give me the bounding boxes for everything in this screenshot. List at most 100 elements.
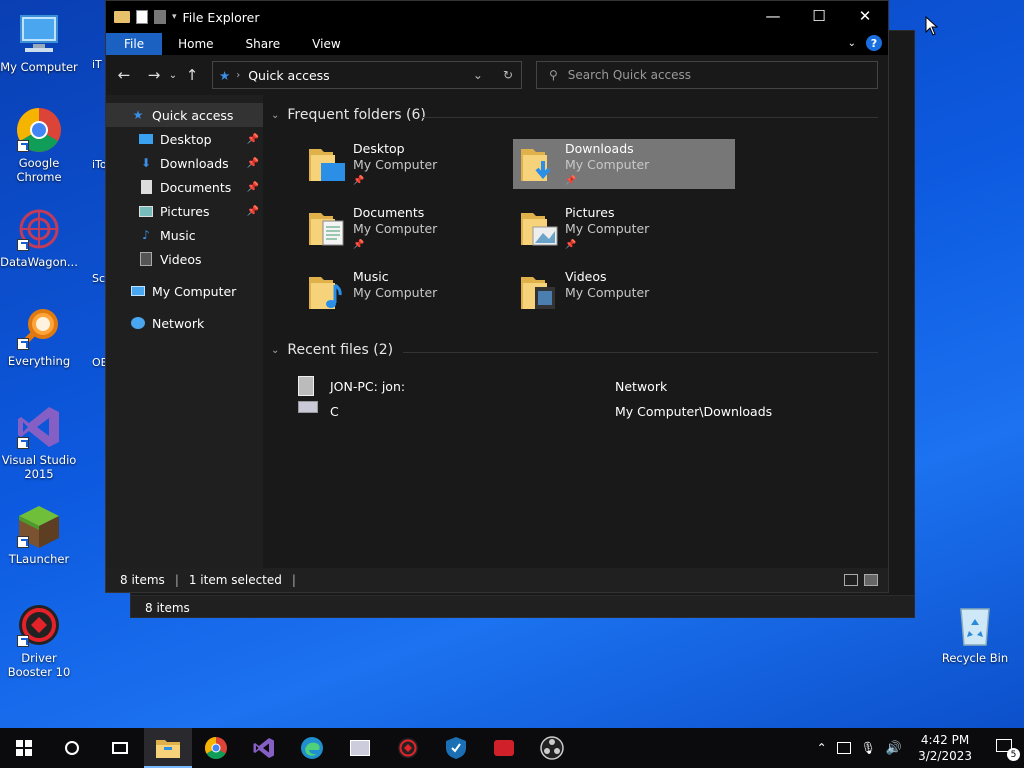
sidebar-item-my-computer[interactable]: My Computer — [106, 279, 263, 303]
tab-share[interactable]: Share — [230, 33, 297, 55]
recent-locations-button[interactable]: ⌄ — [166, 70, 180, 81]
visual-studio-icon — [15, 403, 63, 451]
pin-icon[interactable]: 📌 — [247, 134, 259, 145]
driver-booster-icon — [398, 738, 418, 758]
desktop-folder-icon — [307, 141, 347, 185]
show-hidden-icons-chevron[interactable]: ⌃ — [817, 741, 827, 755]
recycle-bin-icon — [951, 601, 999, 649]
new-folder-icon[interactable] — [154, 10, 166, 24]
recent-files-header[interactable]: ⌄ Recent files (2) — [271, 342, 393, 358]
navigation-bar: ← → ⌄ ↑ ★ › Quick access ⌄ ↻ ⚲ Search Qu… — [106, 55, 888, 95]
close-button[interactable]: ✕ — [842, 1, 888, 31]
folder-tile-videos[interactable]: Videos My Computer — [513, 267, 735, 317]
sidebar-item-documents[interactable]: Documents 📌 — [106, 175, 263, 199]
content-pane: ⌄ Frequent folders (6) Desktop My Compute… — [263, 95, 888, 569]
microphone-icon[interactable]: 🎙 — [861, 741, 876, 755]
start-button[interactable] — [0, 728, 48, 768]
desktop-icon-chrome[interactable]: Google Chrome — [0, 106, 78, 184]
documents-folder-icon — [307, 205, 347, 249]
recent-file-row[interactable]: C My Computer\Downloads — [298, 400, 858, 422]
tab-view[interactable]: View — [296, 33, 356, 55]
item-count: 8 items — [120, 573, 165, 587]
desktop-icon-visual-studio[interactable]: Visual Studio 2015 — [0, 403, 78, 481]
expand-ribbon-icon[interactable]: ⌄ — [848, 38, 856, 49]
taskbar-obs[interactable] — [528, 728, 576, 768]
folder-tile-pictures[interactable]: Pictures My Computer 📌 — [513, 203, 735, 253]
sidebar-item-quick-access[interactable]: ★ Quick access — [106, 103, 263, 127]
windows-logo-icon — [16, 740, 32, 756]
folder-tile-downloads[interactable]: Downloads My Computer 📌 — [513, 139, 735, 189]
document-icon — [138, 179, 154, 195]
large-icons-view-icon[interactable] — [864, 574, 878, 586]
file-thumbnail-icon — [298, 401, 320, 421]
forward-button[interactable]: → — [142, 66, 166, 84]
properties-icon[interactable] — [136, 10, 148, 24]
shortcut-arrow-icon — [17, 635, 29, 647]
desktop-icon-recycle-bin[interactable]: Recycle Bin — [936, 601, 1014, 665]
taskbar-driver-booster[interactable] — [384, 728, 432, 768]
back-button[interactable]: ← — [112, 66, 136, 84]
folder-tile-desktop[interactable]: Desktop My Computer 📌 — [301, 139, 523, 189]
search-box[interactable]: ⚲ Search Quick access — [536, 61, 878, 89]
downloads-folder-icon — [519, 141, 559, 185]
computer-icon — [15, 10, 63, 58]
taskbar-file-explorer[interactable] — [144, 728, 192, 768]
desktop-icon-everything[interactable]: Everything — [0, 304, 78, 368]
taskbar-chrome[interactable] — [192, 728, 240, 768]
visual-studio-icon — [253, 738, 274, 758]
desktop-icon-tlauncher[interactable]: TLauncher — [0, 502, 78, 566]
videos-folder-icon — [519, 269, 559, 313]
network-icon — [130, 315, 146, 331]
tab-file[interactable]: File — [106, 33, 163, 55]
driver-booster-icon — [15, 601, 63, 649]
folder-tile-music[interactable]: Music My Computer — [301, 267, 523, 317]
maximize-button[interactable]: ☐ — [796, 1, 842, 31]
clock[interactable]: 4:42 PM 3/2/2023 — [918, 732, 972, 764]
chevron-down-icon[interactable]: ▾ — [172, 12, 177, 22]
folder-icon — [114, 11, 130, 23]
tab-home[interactable]: Home — [162, 33, 229, 55]
desktop-icon-datawagon[interactable]: DataWagon... — [0, 205, 78, 269]
recorder-icon — [494, 740, 514, 756]
taskbar-edge[interactable] — [288, 728, 336, 768]
task-view-button[interactable] — [96, 728, 144, 768]
title-bar[interactable]: ▾ File Explorer — ☐ ✕ — [106, 1, 888, 33]
pin-icon[interactable]: 📌 — [247, 158, 259, 169]
details-view-icon[interactable] — [844, 574, 858, 586]
minimize-button[interactable]: — — [750, 1, 796, 31]
up-button[interactable]: ↑ — [180, 66, 204, 84]
sidebar-item-desktop[interactable]: Desktop 📌 — [106, 127, 263, 151]
frequent-folders-header[interactable]: ⌄ Frequent folders (6) — [271, 107, 426, 123]
taskbar-app[interactable] — [336, 728, 384, 768]
sidebar-item-pictures[interactable]: Pictures 📌 — [106, 199, 263, 223]
taskbar-security[interactable] — [432, 728, 480, 768]
pin-icon[interactable]: 📌 — [247, 206, 259, 217]
taskbar-recorder[interactable] — [480, 728, 528, 768]
taskbar-visual-studio[interactable] — [240, 728, 288, 768]
search-icon: ⚲ — [549, 68, 558, 82]
desktop-icon-driver-booster[interactable]: Driver Booster 10 — [0, 601, 78, 679]
network-tray-icon[interactable] — [836, 742, 851, 754]
desktop-icon-my-computer[interactable]: My Computer — [0, 10, 78, 74]
shield-icon — [446, 737, 466, 759]
ribbon-tabs: File Home Share View ⌄ ? — [106, 33, 888, 55]
help-icon[interactable]: ? — [866, 35, 882, 51]
address-bar[interactable]: ★ › Quick access ⌄ ↻ — [212, 61, 522, 89]
pin-icon[interactable]: 📌 — [247, 182, 259, 193]
pin-icon: 📌 — [353, 240, 365, 250]
sidebar-item-music[interactable]: ♪ Music — [106, 223, 263, 247]
navigation-pane: ★ Quick access Desktop 📌 ⬇ Downloads 📌 D… — [106, 95, 263, 569]
window-title: File Explorer — [182, 9, 260, 25]
search-button[interactable] — [48, 728, 96, 768]
address-dropdown-icon[interactable]: ⌄ — [473, 68, 483, 82]
action-center-button[interactable]: 5 — [996, 739, 1020, 761]
sidebar-item-videos[interactable]: Videos — [106, 247, 263, 271]
sidebar-item-network[interactable]: Network — [106, 311, 263, 335]
file-explorer-window[interactable]: ▾ File Explorer — ☐ ✕ File Home Share Vi… — [105, 0, 889, 593]
sidebar-item-downloads[interactable]: ⬇ Downloads 📌 — [106, 151, 263, 175]
volume-icon[interactable]: 🔊 — [886, 741, 902, 756]
refresh-icon[interactable]: ↻ — [503, 68, 513, 82]
obs-icon — [540, 736, 564, 760]
recent-file-row[interactable]: JON-PC: jon: Network — [298, 375, 858, 397]
folder-tile-documents[interactable]: Documents My Computer 📌 — [301, 203, 523, 253]
